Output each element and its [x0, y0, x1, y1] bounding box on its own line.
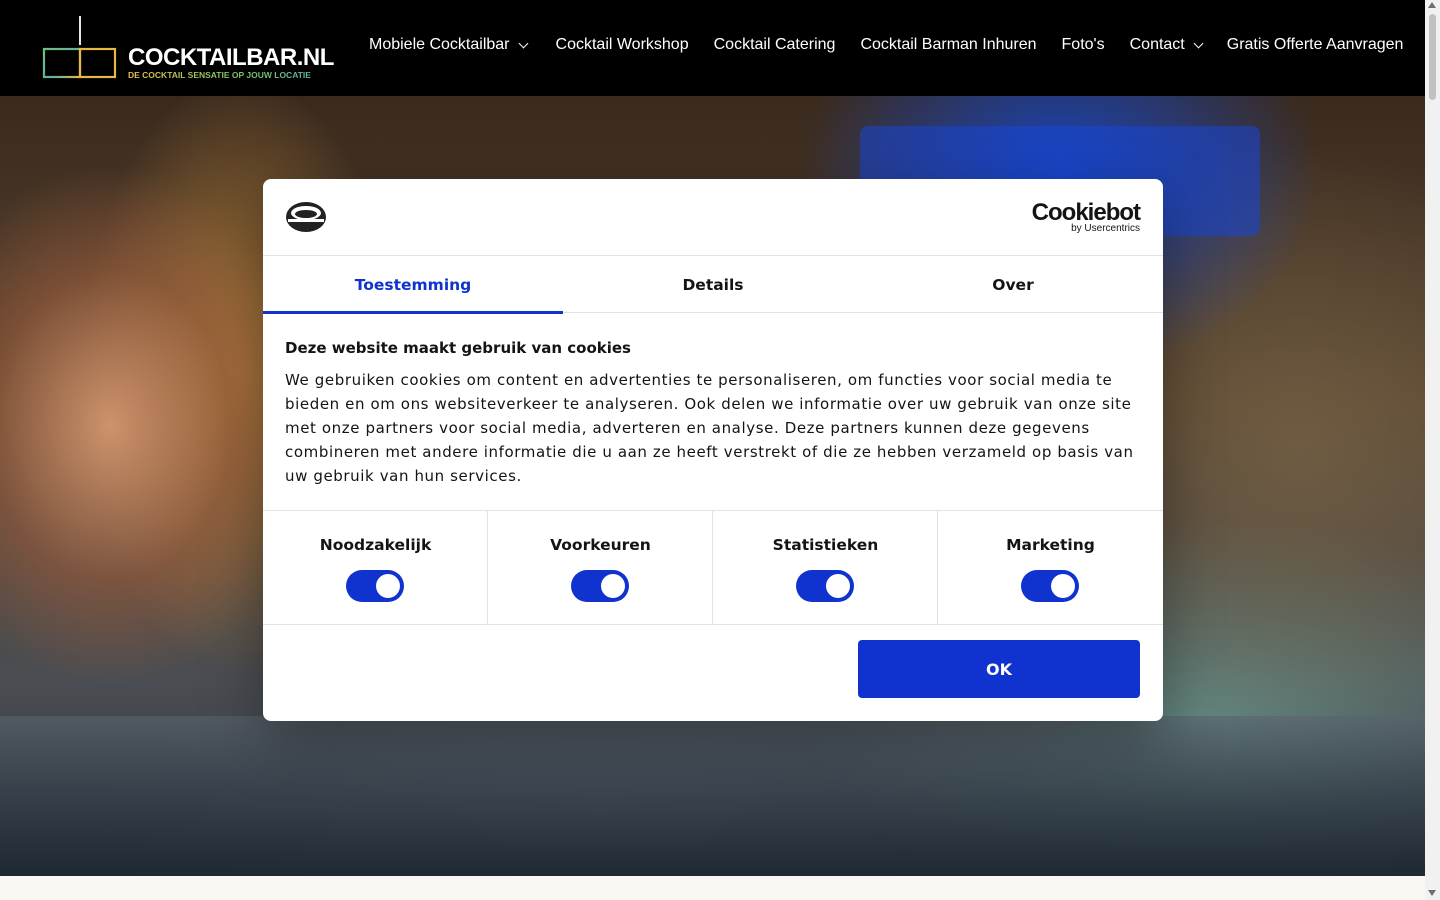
chevron-down-icon	[518, 38, 528, 48]
cookiebot-name: Cookiebot	[1031, 199, 1141, 226]
level-label: Statistieken	[772, 536, 879, 554]
noodzakelijk-toggle[interactable]	[346, 570, 404, 602]
scrollbar-thumb[interactable]	[1429, 14, 1436, 100]
level-label: Voorkeuren	[550, 536, 651, 554]
tab-toestemming[interactable]: Toestemming	[263, 256, 563, 314]
page-scrollbar[interactable]	[1425, 0, 1440, 900]
nav-item-label: Foto's	[1061, 36, 1105, 53]
cocktail-glass-logo-icon	[42, 16, 117, 79]
toggle-knob	[826, 574, 850, 598]
bar-counter	[0, 716, 1425, 876]
statistieken-toggle[interactable]	[796, 570, 854, 602]
marketing-toggle[interactable]	[1021, 570, 1079, 602]
nav-item-label: Cocktail Catering	[713, 36, 836, 53]
consent-level-statistieken: Statistieken	[713, 511, 938, 624]
nav-item-label: Cocktail Workshop	[555, 36, 689, 53]
site-cocktail-logo-icon	[286, 202, 326, 232]
ok-button[interactable]: OK	[858, 640, 1140, 698]
nav-item-cocktail-workshop[interactable]: Cocktail Workshop	[556, 36, 689, 54]
dialog-header: Cookiebot by Usercentrics	[263, 179, 1163, 256]
nav-item-label: Mobiele Cocktailbar	[369, 36, 510, 53]
toggle-knob	[601, 574, 625, 598]
consent-level-voorkeuren: Voorkeuren	[488, 511, 713, 624]
nav-item-mobiele-cocktailbar[interactable]: Mobiele Cocktailbar	[369, 36, 528, 54]
tab-details[interactable]: Details	[563, 256, 863, 313]
logo-text: COCKTAILBAR.NL	[128, 44, 334, 71]
dialog-title: Deze website maakt gebruik van cookies	[285, 339, 631, 357]
nav-item-label: Contact	[1129, 36, 1185, 53]
cookiebot-logo: Cookiebot by Usercentrics	[1031, 199, 1141, 234]
page-content-strip	[0, 876, 1425, 900]
nav-item-contact[interactable]: Contact	[1129, 36, 1204, 54]
toggle-knob	[376, 574, 400, 598]
consent-level-noodzakelijk: Noodzakelijk	[263, 511, 488, 624]
scroll-down-arrow-icon[interactable]	[1428, 890, 1436, 896]
dialog-description: We gebruiken cookies om content en adver…	[285, 371, 1134, 485]
site-header: COCKTAILBAR.NL DE COCKTAIL SENSATIE OP J…	[0, 0, 1425, 96]
logo-tagline: DE COCKTAIL SENSATIE OP JOUW LOCATIE	[128, 70, 311, 80]
voorkeuren-toggle[interactable]	[571, 570, 629, 602]
nav-item-label: Gratis Offerte Aanvragen	[1226, 36, 1404, 53]
nav-item-cocktail-catering[interactable]: Cocktail Catering	[714, 36, 836, 54]
nav-item-fotos[interactable]: Foto's	[1062, 36, 1105, 54]
nav-item-gratis-offerte[interactable]: Gratis Offerte Aanvragen	[1227, 36, 1404, 54]
site-logo[interactable]: COCKTAILBAR.NL DE COCKTAIL SENSATIE OP J…	[42, 15, 334, 81]
consent-levels: Noodzakelijk Voorkeuren Statistieken Mar…	[263, 510, 1163, 625]
chevron-down-icon	[1193, 38, 1204, 48]
toggle-knob	[1051, 574, 1075, 598]
nav-item-label: Cocktail Barman Inhuren	[860, 36, 1037, 53]
cookie-consent-dialog: Cookiebot by Usercentrics Toestemming De…	[263, 179, 1163, 721]
dialog-tabs: Toestemming Details Over	[263, 256, 1163, 314]
consent-level-marketing: Marketing	[938, 511, 1163, 624]
main-nav: Mobiele Cocktailbar Cocktail Workshop Co…	[369, 36, 1403, 54]
tab-over[interactable]: Over	[863, 256, 1163, 313]
level-label: Marketing	[1006, 536, 1095, 554]
level-label: Noodzakelijk	[319, 536, 432, 554]
nav-item-cocktail-barman-inhuren[interactable]: Cocktail Barman Inhuren	[860, 36, 1036, 54]
scroll-up-arrow-icon[interactable]	[1428, 2, 1436, 8]
